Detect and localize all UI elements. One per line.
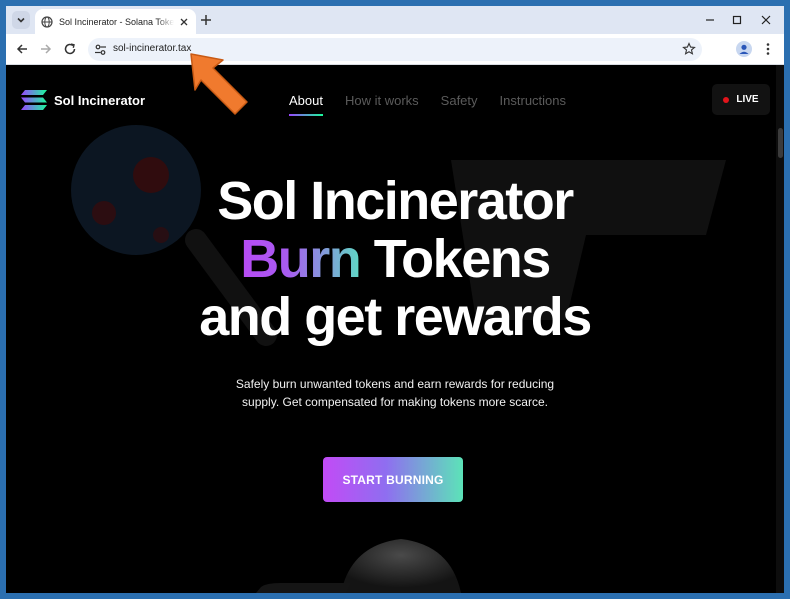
start-burning-button[interactable]: START BURNING: [323, 457, 463, 502]
maximize-icon[interactable]: [729, 12, 745, 28]
brand[interactable]: Sol Incinerator: [20, 89, 145, 111]
nav-safety[interactable]: Safety: [441, 93, 478, 108]
hero-title-line3: and get rewards: [199, 287, 592, 347]
chevron-down-icon: [17, 17, 25, 23]
solana-logo-icon: [21, 90, 47, 110]
reload-icon[interactable]: [63, 42, 77, 56]
bookmark-star-icon[interactable]: [682, 42, 696, 56]
globe-icon: [41, 15, 53, 28]
address-bar[interactable]: sol-incinerator.tax: [88, 38, 702, 61]
minimize-icon[interactable]: [702, 12, 718, 28]
tab-title: Sol Incinerator - Solana Token Burn: [59, 16, 174, 27]
new-tab-icon[interactable]: [199, 13, 213, 27]
tab-search-button[interactable]: [12, 11, 30, 29]
web-page: Sol Incinerator About How it works Safet…: [6, 65, 784, 593]
scrollbar[interactable]: [776, 65, 784, 593]
hero-title-line1: Sol Incinerator: [217, 171, 574, 231]
hero-title-line2-rest: Tokens: [360, 229, 552, 289]
close-icon[interactable]: [178, 16, 190, 28]
nav-instructions[interactable]: Instructions: [500, 93, 566, 108]
live-label: LIVE: [736, 94, 759, 105]
more-menu-icon[interactable]: [763, 42, 773, 56]
hooded-figure-image: [256, 539, 461, 593]
hero-highlight: Burn: [240, 229, 361, 289]
nav-about[interactable]: About: [289, 93, 323, 116]
annotation-arrow-icon: [190, 53, 248, 115]
url-text[interactable]: sol-incinerator.tax: [113, 43, 191, 54]
nav-how-it-works[interactable]: How it works: [345, 93, 419, 108]
live-dot-icon: [723, 96, 730, 103]
hero-subtitle: Safely burn unwanted tokens and earn rew…: [235, 377, 555, 409]
forward-arrow-icon[interactable]: [39, 42, 53, 56]
main-nav: About How it works Safety Instructions: [289, 93, 588, 116]
site-info-icon[interactable]: [94, 43, 107, 56]
browser-tab[interactable]: Sol Incinerator - Solana Token Burn: [35, 9, 196, 34]
browser-window: Sol Incinerator - Solana Token Burn sol-…: [6, 6, 784, 593]
tab-bar: Sol Incinerator - Solana Token Burn: [6, 6, 784, 34]
hero-title-line2: Burn Tokens: [6, 230, 784, 288]
back-arrow-icon[interactable]: [15, 42, 29, 56]
live-button[interactable]: LIVE: [712, 84, 770, 115]
scrollbar-thumb[interactable]: [778, 128, 783, 158]
brand-name: Sol Incinerator: [54, 92, 146, 108]
close-window-icon[interactable]: [758, 12, 774, 28]
profile-icon[interactable]: [736, 41, 752, 57]
browser-toolbar: sol-incinerator.tax: [6, 34, 784, 65]
